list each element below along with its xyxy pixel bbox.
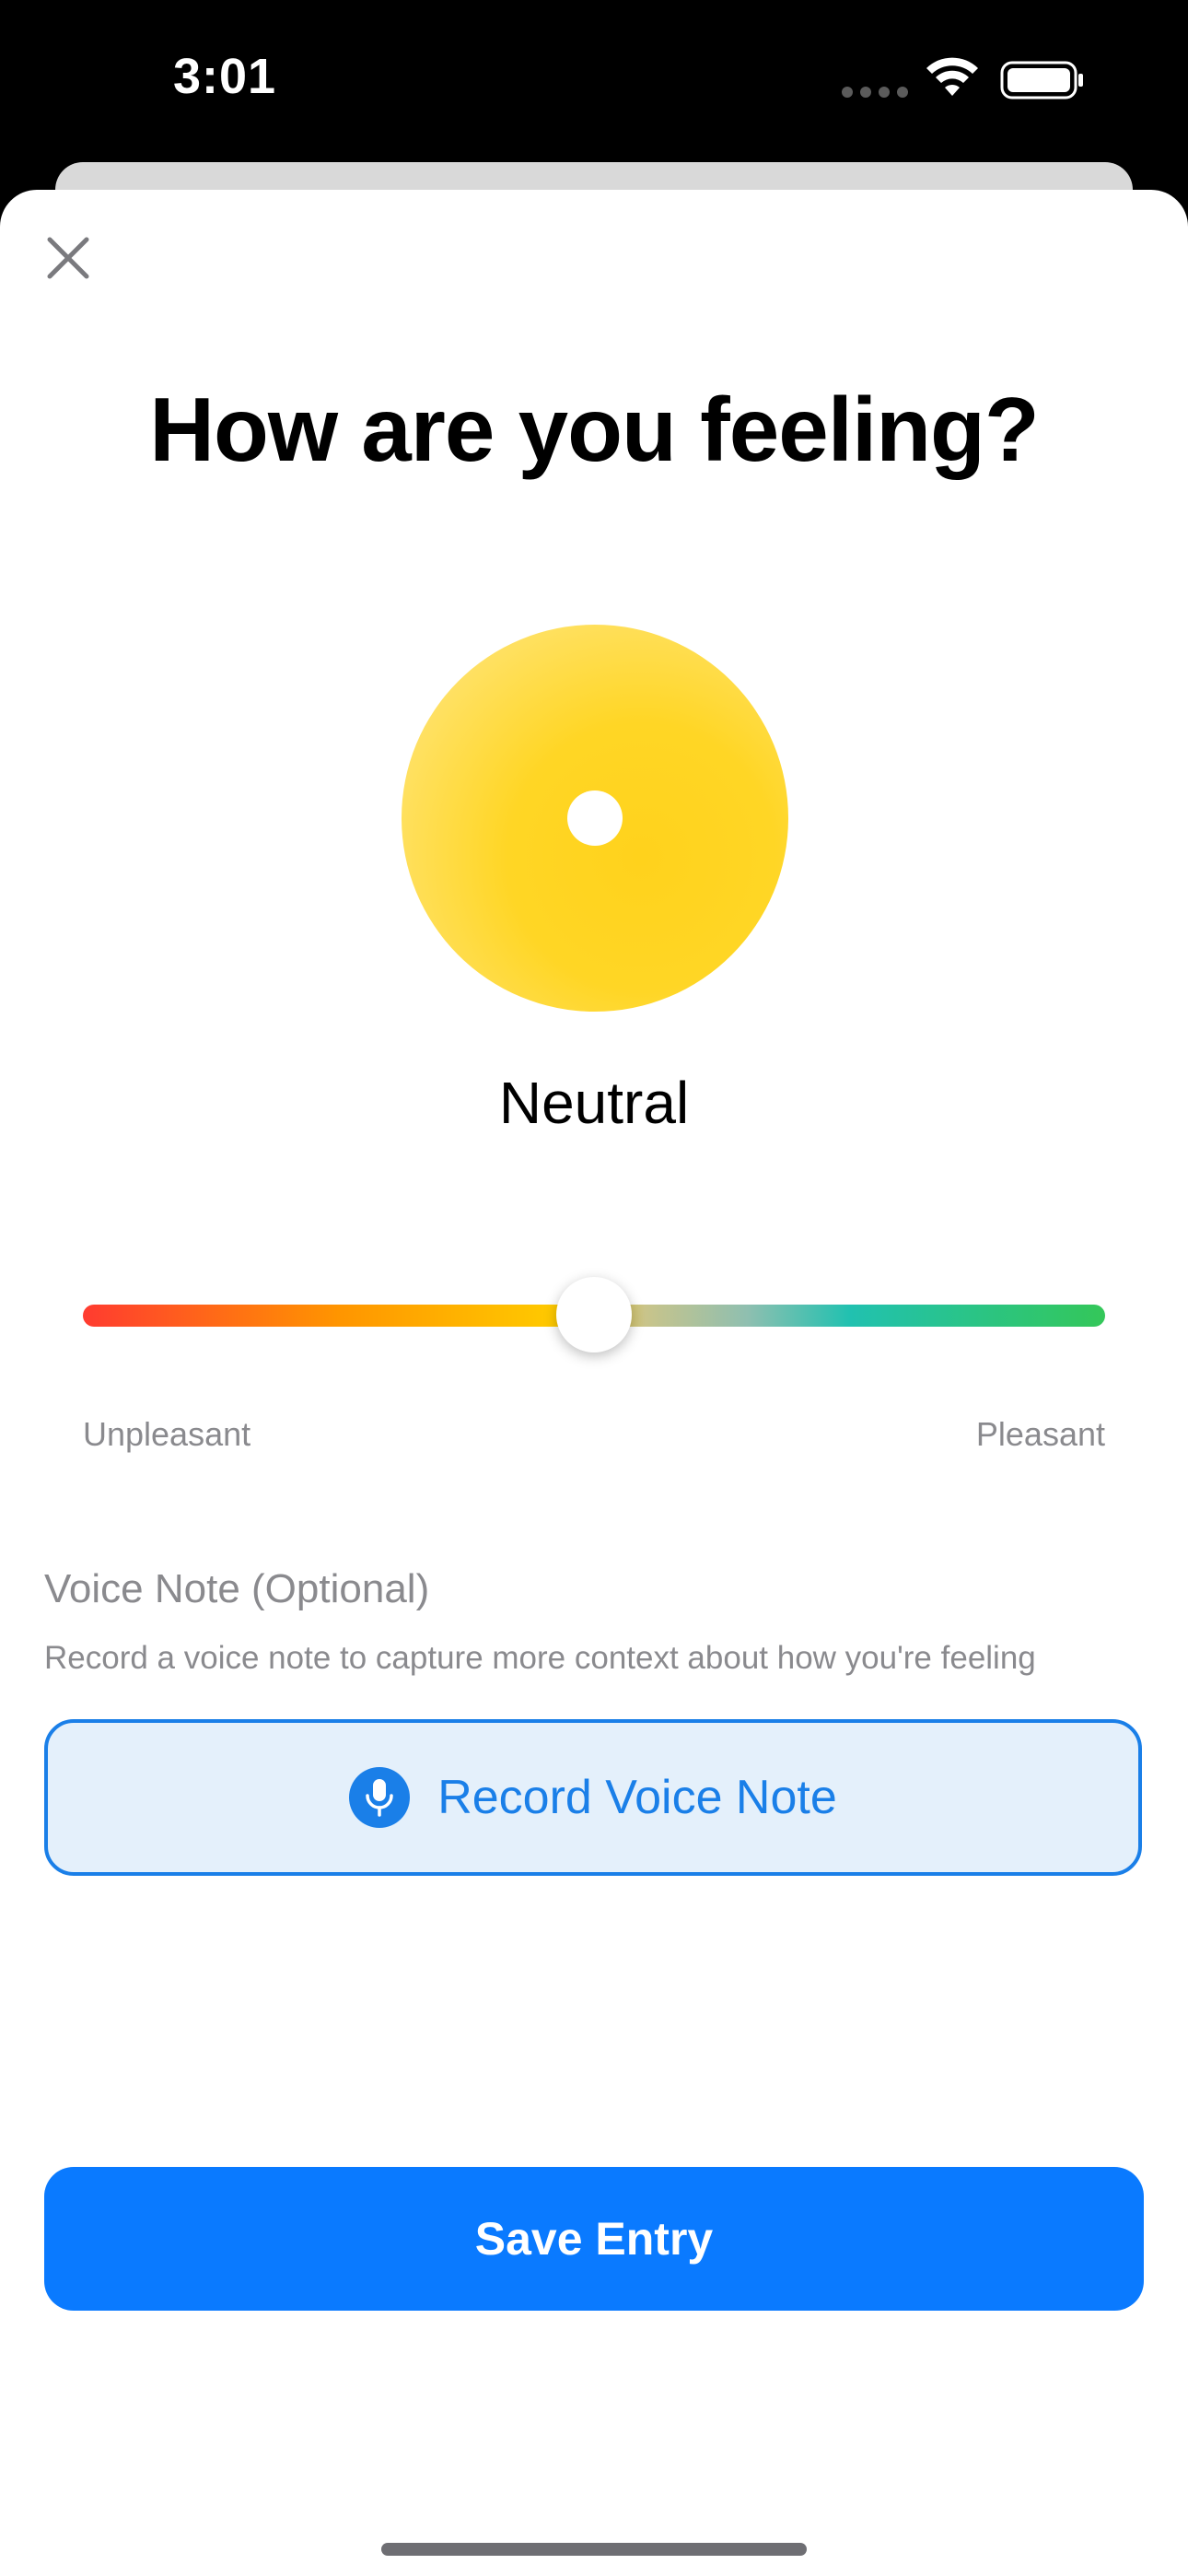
mood-label: Neutral: [498, 1070, 690, 1136]
mood-slider-thumb[interactable]: [556, 1277, 632, 1352]
record-voice-note-label: Record Voice Note: [437, 1771, 837, 1824]
page-title: How are you feeling?: [149, 379, 1040, 480]
slider-min-label: Unpleasant: [83, 1415, 251, 1453]
voice-note-description: Record a voice note to capture more cont…: [44, 1640, 1036, 1676]
cellular-icon: [842, 87, 908, 98]
battery-icon: [1000, 61, 1083, 100]
status-time: 3:01: [173, 49, 277, 104]
close-icon[interactable]: [41, 230, 96, 286]
mood-orb: [402, 625, 788, 1012]
mood-orb-center-dot: [567, 790, 623, 846]
slider-max-label: Pleasant: [975, 1415, 1105, 1453]
home-indicator[interactable]: [381, 2543, 807, 2556]
status-bar: 3:01: [0, 0, 1188, 162]
microphone-icon: [349, 1767, 411, 1828]
wifi-icon: [926, 57, 978, 96]
record-voice-note-button[interactable]: Record Voice Note: [44, 1719, 1142, 1876]
voice-note-heading: Voice Note (Optional): [44, 1566, 430, 1611]
save-entry-button[interactable]: Save Entry: [44, 2167, 1144, 2311]
save-entry-label: Save Entry: [474, 2213, 714, 2265]
